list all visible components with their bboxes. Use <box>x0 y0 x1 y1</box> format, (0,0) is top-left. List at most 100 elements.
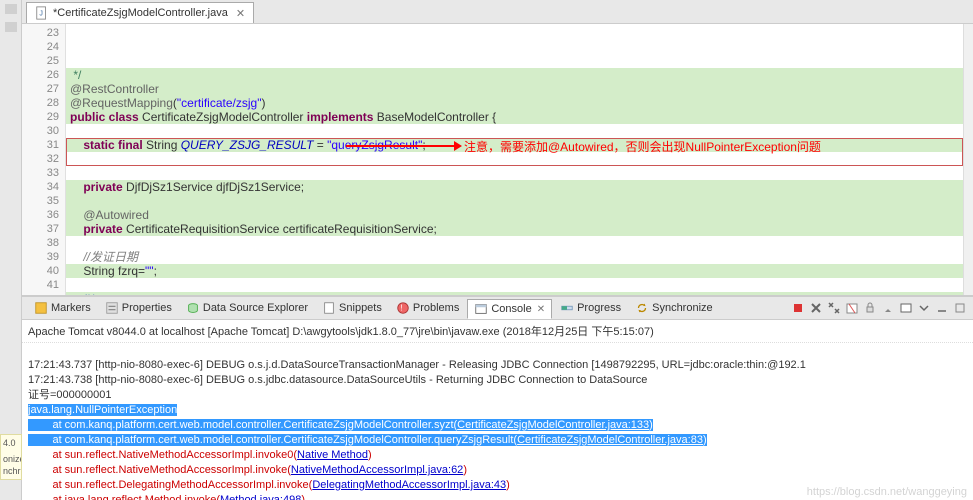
code-line[interactable]: public class CertificateZsjgModelControl… <box>66 110 973 124</box>
code-line[interactable]: */ <box>66 68 973 82</box>
terminate-button[interactable] <box>791 301 805 315</box>
stack-line: at sun.reflect.DelegatingMethodAccessorI… <box>28 479 510 491</box>
code-line[interactable]: /** <box>66 292 973 295</box>
line-number: 24 <box>22 40 59 54</box>
overview-ruler <box>963 24 973 295</box>
display-console-button[interactable] <box>899 301 913 315</box>
close-icon[interactable]: ✕ <box>236 7 245 20</box>
editor-tab[interactable]: J *CertificateZsjgModelController.java ✕ <box>26 2 254 23</box>
line-number: 26 <box>22 68 59 82</box>
tab-console[interactable]: Console ✕ <box>467 299 552 319</box>
tab-synchronize[interactable]: Synchronize <box>629 299 719 317</box>
stack-line: at sun.reflect.NativeMethodAccessorImpl.… <box>28 449 372 461</box>
code-line[interactable] <box>66 236 973 250</box>
side-text-line: 4.0 <box>1 437 21 449</box>
code-line[interactable]: @RequestMapping("certificate/zsjg") <box>66 96 973 110</box>
tool-icon[interactable] <box>5 22 17 32</box>
line-number: 28 <box>22 96 59 110</box>
line-number: 23 <box>22 26 59 40</box>
stack-line: at com.kanq.platform.cert.web.model.cont… <box>28 419 653 431</box>
tab-snippets[interactable]: Snippets <box>316 299 388 317</box>
problems-icon: ! <box>396 301 410 315</box>
console-output[interactable]: 17:21:43.737 [http-nio-8080-exec-6] DEBU… <box>22 343 973 500</box>
stack-line: at java.lang.reflect.Method.invoke(Metho… <box>28 494 305 500</box>
left-tool-strip: 4.0 onize nchr <box>0 0 22 500</box>
scroll-lock-button[interactable] <box>863 301 877 315</box>
minimize-button[interactable] <box>935 301 949 315</box>
line-number: 29 <box>22 110 59 124</box>
tab-label: Snippets <box>339 302 382 314</box>
line-number: 33 <box>22 166 59 180</box>
line-number: 38 <box>22 236 59 250</box>
code-line[interactable]: private DjfDjSz1Service djfDjSz1Service; <box>66 180 973 194</box>
close-icon[interactable]: ✕ <box>537 304 545 315</box>
tool-icon[interactable] <box>5 4 17 14</box>
line-number: 37 <box>22 222 59 236</box>
line-number: 41 <box>22 278 59 292</box>
tab-properties[interactable]: Properties <box>99 299 178 317</box>
annotation-text: 注意，需要添加@Autowired，否则会出现NullPointerExcept… <box>464 138 821 155</box>
exception-line: java.lang.NullPointerException <box>28 404 177 416</box>
markers-icon <box>34 301 48 315</box>
remove-launch-button[interactable] <box>809 301 823 315</box>
tab-problems[interactable]: ! Problems <box>390 299 465 317</box>
bottom-panel-tabs: Markers Properties Data Source Explorer … <box>22 296 973 320</box>
tab-markers[interactable]: Markers <box>28 299 97 317</box>
code-line[interactable] <box>66 166 973 180</box>
code-line[interactable]: @RestController <box>66 82 973 96</box>
java-file-icon: J <box>35 6 49 20</box>
tab-label: Progress <box>577 302 621 314</box>
log-line: 17:21:43.738 [http-nio-8080-exec-6] DEBU… <box>28 374 647 386</box>
code-line[interactable] <box>66 194 973 208</box>
code-editor[interactable]: 23242526272829303132333435363738394041 *… <box>22 24 973 296</box>
line-number: 34 <box>22 180 59 194</box>
remove-all-button[interactable] <box>827 301 841 315</box>
snippets-icon <box>322 301 336 315</box>
open-console-dropdown[interactable] <box>917 301 931 315</box>
stack-line: at sun.reflect.NativeMethodAccessorImpl.… <box>28 464 467 476</box>
line-number: 35 <box>22 194 59 208</box>
console-icon <box>474 302 488 316</box>
line-number: 30 <box>22 124 59 138</box>
maximize-button[interactable] <box>953 301 967 315</box>
line-number: 39 <box>22 250 59 264</box>
line-number: 31 <box>22 138 59 152</box>
clear-console-button[interactable] <box>845 301 859 315</box>
tab-label: Console <box>491 303 531 315</box>
tab-label: Properties <box>122 302 172 314</box>
line-number: 32 <box>22 152 59 166</box>
line-number-gutter: 23242526272829303132333435363738394041 <box>22 24 66 295</box>
side-clipped-panel: 4.0 onize nchr <box>0 434 22 480</box>
properties-icon <box>105 301 119 315</box>
tab-label: Synchronize <box>652 302 713 314</box>
svg-text:J: J <box>39 11 43 18</box>
pin-console-button[interactable] <box>881 301 895 315</box>
console-toolbar <box>791 301 967 315</box>
line-number: 27 <box>22 82 59 96</box>
tab-data-source[interactable]: Data Source Explorer <box>180 299 314 317</box>
line-number: 36 <box>22 208 59 222</box>
code-line[interactable]: private CertificateRequisitionService ce… <box>66 222 973 236</box>
code-line[interactable]: //发证日期 <box>66 250 973 264</box>
tab-label: Problems <box>413 302 459 314</box>
console-header: Apache Tomcat v8044.0 at localhost [Apac… <box>22 320 973 343</box>
log-line: 证号=000000001 <box>28 389 111 401</box>
editor-tabbar: J *CertificateZsjgModelController.java ✕ <box>22 0 973 24</box>
side-text-line: onize <box>1 453 21 465</box>
annotation-arrow <box>346 145 456 147</box>
datasource-icon <box>186 301 200 315</box>
code-area[interactable]: */@RestController@RequestMapping("certif… <box>66 24 973 295</box>
tab-label: Data Source Explorer <box>203 302 308 314</box>
code-line[interactable]: String fzrq=""; <box>66 264 973 278</box>
progress-icon <box>560 301 574 315</box>
line-number: 25 <box>22 54 59 68</box>
code-line[interactable]: @Autowired <box>66 208 973 222</box>
tab-title: *CertificateZsjgModelController.java <box>53 7 228 19</box>
stack-line: at com.kanq.platform.cert.web.model.cont… <box>28 434 707 446</box>
code-line[interactable] <box>66 124 973 138</box>
code-line[interactable] <box>66 278 973 292</box>
log-line: 17:21:43.737 [http-nio-8080-exec-6] DEBU… <box>28 359 806 371</box>
tab-progress[interactable]: Progress <box>554 299 627 317</box>
svg-text:!: ! <box>400 304 402 313</box>
line-number: 40 <box>22 264 59 278</box>
